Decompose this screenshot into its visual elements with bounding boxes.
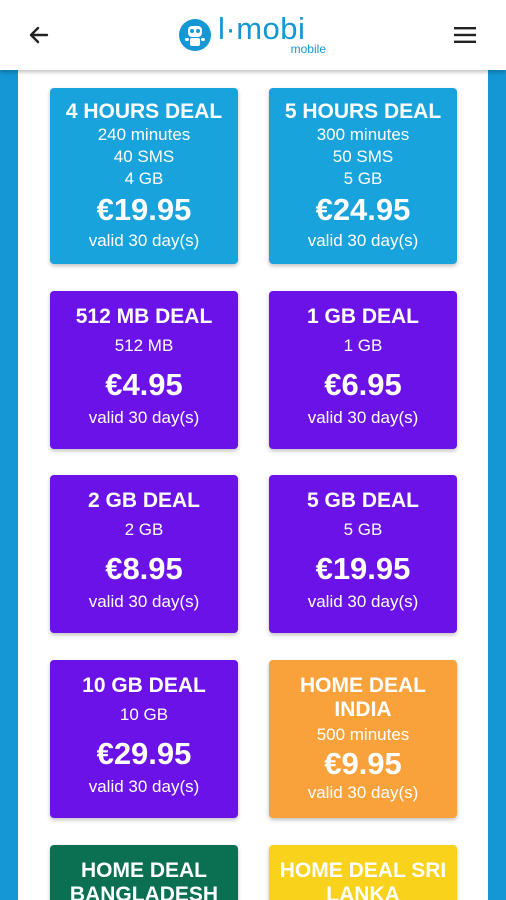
back-button[interactable] (22, 18, 56, 52)
logo-brand-text: l·mobi (218, 11, 306, 46)
deal-card-10-gb[interactable]: 10 GB DEAL 10 GB €29.95 valid 30 day(s) (50, 660, 238, 818)
deal-card-home-sri-lanka[interactable]: HOME DEAL SRI LANKA (269, 845, 457, 900)
deal-sms: 50 SMS (332, 147, 394, 166)
deal-title-line-1: HOME DEAL (300, 674, 426, 697)
deal-title-line-2: BANGLADESH (69, 883, 219, 900)
deal-card-512-mb[interactable]: 512 MB DEAL 512 MB €4.95 valid 30 day(s) (50, 291, 238, 449)
deal-title: 2 GB DEAL (87, 489, 200, 512)
deal-title: 4 HOURS DEAL (65, 100, 223, 123)
deal-card-4-hours[interactable]: 4 HOURS DEAL 240 minutes 40 SMS 4 GB €19… (50, 88, 238, 264)
deal-validity: valid 30 day(s) (307, 592, 419, 611)
lmobi-logo[interactable]: l·mobi mobile (178, 12, 338, 58)
deal-card-1-gb[interactable]: 1 GB DEAL 1 GB €6.95 valid 30 day(s) (269, 291, 457, 449)
deal-data: 512 MB (114, 336, 174, 355)
deal-data: 1 GB (343, 336, 383, 355)
deal-price: €9.95 (324, 746, 402, 781)
deal-price: €24.95 (315, 192, 411, 227)
deal-sms: 40 SMS (113, 147, 175, 166)
deal-price: €8.95 (105, 551, 183, 586)
deal-price: €19.95 (96, 192, 192, 227)
deal-title: 5 HOURS DEAL (284, 100, 442, 123)
deal-card-5-hours[interactable]: 5 HOURS DEAL 300 minutes 50 SMS 5 GB €24… (269, 88, 457, 264)
deal-price: €6.95 (324, 367, 402, 402)
deal-card-home-bangladesh[interactable]: HOME DEAL BANGLADESH (50, 845, 238, 900)
deal-title: 1 GB DEAL (306, 305, 419, 328)
deal-card-2-gb[interactable]: 2 GB DEAL 2 GB €8.95 valid 30 day(s) (50, 475, 238, 633)
deal-validity: valid 30 day(s) (307, 231, 419, 250)
arrow-left-icon (29, 26, 49, 44)
deal-title-line-2: LANKA (326, 883, 400, 900)
app-header: l·mobi mobile (0, 0, 506, 70)
deal-title: 512 MB DEAL (75, 305, 213, 328)
deals-panel: 4 HOURS DEAL 240 minutes 40 SMS 4 GB €19… (18, 70, 488, 900)
deal-title: 5 GB DEAL (306, 489, 419, 512)
menu-button[interactable] (448, 18, 482, 52)
logo-sub-text: mobile (290, 42, 326, 56)
deal-validity: valid 30 day(s) (88, 231, 200, 250)
deal-title-line-2: INDIA (334, 698, 392, 721)
deal-validity: valid 30 day(s) (88, 777, 200, 796)
deal-minutes: 300 minutes (316, 125, 410, 144)
deal-title-line-1: HOME DEAL SRI (279, 859, 447, 882)
deal-price: €4.95 (105, 367, 183, 402)
logo-wordmark: l·mobi mobile (218, 12, 328, 58)
deal-validity: valid 30 day(s) (88, 408, 200, 427)
deal-validity: valid 30 day(s) (88, 592, 200, 611)
deal-title: 10 GB DEAL (82, 674, 206, 697)
deal-data: 4 GB (124, 169, 164, 188)
deal-card-5-gb[interactable]: 5 GB DEAL 5 GB €19.95 valid 30 day(s) (269, 475, 457, 633)
hamburger-menu-icon (454, 27, 476, 43)
deal-data: 2 GB (124, 520, 164, 539)
deal-data: 5 GB (343, 520, 383, 539)
deal-card-home-india[interactable]: HOME DEAL INDIA 500 minutes €9.95 valid … (269, 660, 457, 818)
deal-price: €19.95 (315, 551, 411, 586)
deal-data: 5 GB (343, 169, 383, 188)
deal-title-line-1: HOME DEAL (81, 859, 207, 882)
robot-mascot-icon (179, 19, 211, 51)
deal-validity: valid 30 day(s) (307, 408, 419, 427)
deal-data: 10 GB (119, 705, 169, 724)
deal-minutes: 240 minutes (97, 125, 191, 144)
deal-price: €29.95 (96, 736, 192, 771)
deal-validity: valid 30 day(s) (307, 783, 419, 802)
deal-minutes: 500 minutes (316, 725, 410, 744)
